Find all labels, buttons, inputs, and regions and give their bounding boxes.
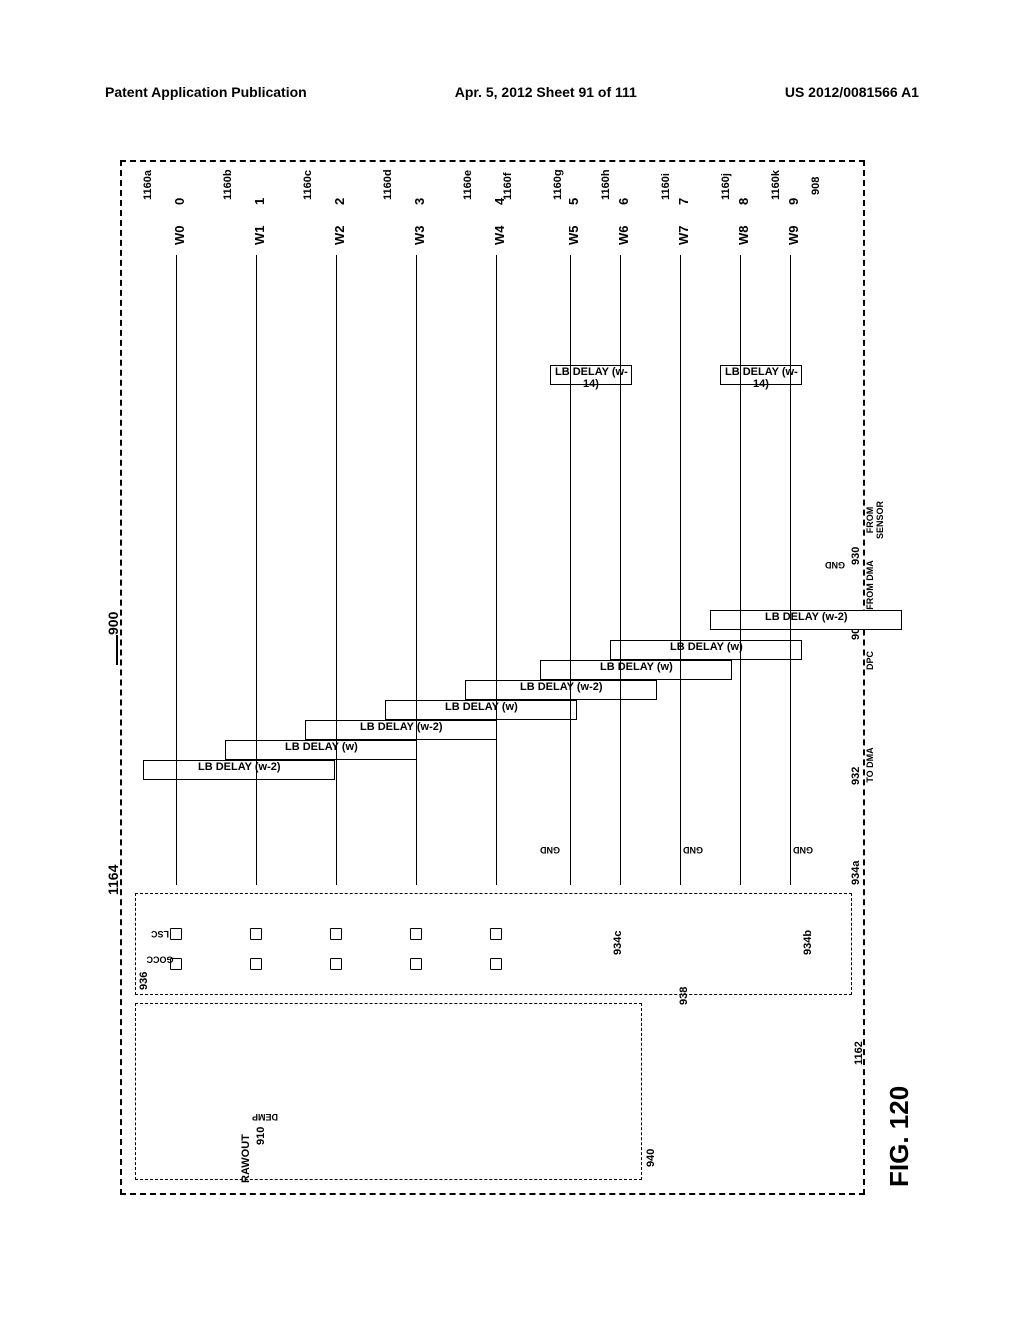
ref-1160k: 1160k [770,170,782,200]
lb-w2-4: LB DELAY (w-2) [465,680,657,700]
wire-4 [496,255,497,885]
wire-3 [416,255,417,885]
w6: W6 [616,226,631,246]
ref-932: 932 [850,767,862,785]
ref-910: 910 [255,1127,267,1145]
lb-w-1: LB DELAY (w) [225,740,417,760]
leader-900 [116,635,118,665]
from-dma: FROM DMA [865,560,875,610]
diagram-wrap: 900 1164 FIG. 120 940 RAWOUT 910 936 934… [110,145,915,1205]
ref-940: 940 [645,1149,657,1167]
ref-938: 938 [678,987,690,1005]
wire-7 [680,255,681,885]
wire-1 [256,255,257,885]
ref-1160a: 1160a [142,170,154,200]
lb-w-6: LB DELAY (w) [610,640,802,660]
ref-930: 930 [850,547,862,565]
w2: W2 [332,226,347,246]
lsc-4 [490,928,502,940]
lsc-2 [330,928,342,940]
lsc-0 [170,928,182,940]
w8: W8 [736,226,751,246]
w7: W7 [676,226,691,246]
diagram: 900 1164 FIG. 120 940 RAWOUT 910 936 934… [110,145,915,1205]
lsc-3 [410,928,422,940]
lb-w-3: LB DELAY (w) [385,700,577,720]
lb-w-5: LB DELAY (w) [540,660,732,680]
w0: W0 [172,226,187,246]
n2: 2 [332,198,347,205]
from-sensor: FROM SENSOR [865,490,885,550]
lb-w2-0: LB DELAY (w-2) [143,760,335,780]
gnd-label-d: GND [825,560,845,570]
ref-1160j: 1160j [720,173,732,200]
wire-9 [790,255,791,885]
wire-0 [176,255,177,885]
w9: W9 [786,226,801,246]
ref-934b: 934b [802,930,814,955]
n5: 5 [566,198,581,205]
ref-1160c: 1160c [302,170,314,200]
header-right: US 2012/0081566 A1 [785,84,919,100]
ref-908a: 908 [810,177,822,195]
header-center: Apr. 5, 2012 Sheet 91 of 111 [455,84,637,100]
ref-1160d: 1160d [382,169,394,200]
w1: W1 [252,226,267,246]
ref-1162: 1162 [853,1041,865,1065]
block-940 [135,1003,642,1180]
gocc-2 [330,958,342,970]
ref-934a: 934a [850,861,862,885]
n8: 8 [736,198,751,205]
lb-w2-2: LB DELAY (w-2) [305,720,497,740]
page: Patent Application Publication Apr. 5, 2… [0,0,1024,1320]
gnd-label-b: GND [683,845,703,855]
ref-900: 900 [105,612,121,635]
n3: 3 [412,198,427,205]
ref-934c: 934c [612,931,624,955]
ref-1160e: 1160e [462,170,474,200]
dpc-label: DPC [865,651,875,670]
n6: 6 [616,198,631,205]
rawout-label: RAWOUT [240,1134,252,1183]
ref-1160f: 1160f [502,172,514,200]
lsc-label: LSC [151,929,169,939]
ref-1164: 1164 [105,865,121,895]
gocc-label: GOCC [147,955,174,965]
ref-1160h: 1160h [600,169,612,200]
w5: W5 [566,226,581,246]
to-dma: TO DMA [865,740,875,790]
header-left: Patent Application Publication [105,84,307,100]
figure-label: FIG. 120 [884,1086,915,1187]
gocc-4 [490,958,502,970]
wire-5 [570,255,571,885]
n9: 9 [786,198,801,205]
w4: W4 [492,226,507,246]
wire-6 [620,255,621,885]
n1: 1 [252,198,267,205]
gnd-label-c: GND [793,845,813,855]
gnd-label-a: GND [540,845,560,855]
page-header: Patent Application Publication Apr. 5, 2… [105,84,919,100]
w3: W3 [412,226,427,246]
n0: 0 [172,198,187,205]
ref-1160g: 1160g [552,169,564,200]
n7: 7 [676,198,691,205]
demp-label: DEMP [252,1112,278,1122]
gocc-3 [410,958,422,970]
gocc-1 [250,958,262,970]
ref-1160i: 1160i [660,173,672,200]
lb-w2-8: LB DELAY (w-2) [710,610,902,630]
wire-2 [336,255,337,885]
ref-1160b: 1160b [222,169,234,200]
wire-8 [740,255,741,885]
lsc-1 [250,928,262,940]
block-934 [135,893,852,995]
